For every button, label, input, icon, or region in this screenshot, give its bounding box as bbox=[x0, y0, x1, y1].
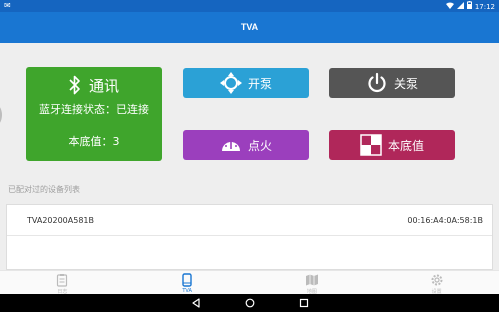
paired-devices-heading: 已配对过的设备列表 bbox=[8, 185, 80, 194]
crosshair-icon bbox=[219, 72, 242, 94]
close-pump-button[interactable]: 关泵 bbox=[329, 68, 455, 98]
gear-icon bbox=[431, 274, 443, 286]
base-value-readout: 本底值：3 bbox=[68, 135, 120, 148]
app-bar: TVA bbox=[0, 12, 499, 43]
back-icon[interactable] bbox=[191, 298, 201, 308]
battery-icon bbox=[466, 1, 472, 12]
home-icon[interactable] bbox=[245, 298, 255, 308]
comm-title: 通讯 bbox=[88, 76, 119, 95]
app-title: TVA bbox=[240, 22, 259, 32]
nav-item-log[interactable]: 日志 bbox=[0, 271, 125, 295]
device-mac: 00:16:A4:0A:58:1B bbox=[407, 215, 483, 225]
close-pump-label: 关泵 bbox=[393, 76, 418, 91]
device-name: TVA20200A581B bbox=[27, 215, 94, 225]
nav-item-settings[interactable]: 设置 bbox=[374, 271, 499, 295]
comm-card[interactable]: 通讯 蓝牙连接状态：已连接 本底值：3 bbox=[26, 67, 162, 161]
base-value-button[interactable]: 本底值 bbox=[329, 130, 455, 160]
open-pump-button[interactable]: 开泵 bbox=[183, 68, 309, 98]
status-bar-right: 17:12 bbox=[445, 1, 495, 12]
power-icon bbox=[368, 72, 386, 93]
signal-icon bbox=[456, 1, 464, 12]
wifi-icon bbox=[445, 1, 454, 12]
ignite-button[interactable]: 点火 bbox=[183, 130, 309, 160]
bottom-nav: 日志 TVA 地图 设置 bbox=[0, 270, 499, 295]
bluetooth-icon bbox=[69, 75, 80, 95]
nav-item-tva[interactable]: TVA bbox=[125, 271, 250, 294]
mail-icon: ✉ bbox=[4, 1, 11, 10]
status-bar: ✉ 17:12 bbox=[0, 0, 499, 12]
edge-ring-decoration bbox=[0, 104, 2, 126]
ignite-label: 点火 bbox=[247, 138, 272, 153]
system-nav-bar bbox=[0, 294, 499, 312]
gauge-icon bbox=[221, 140, 240, 151]
base-value-label: 本底值 bbox=[387, 138, 424, 153]
phone-icon bbox=[182, 273, 192, 287]
comm-card-header: 通讯 bbox=[26, 73, 162, 97]
recents-icon[interactable] bbox=[299, 298, 309, 308]
map-icon bbox=[305, 274, 318, 286]
checker-icon bbox=[360, 134, 382, 156]
open-pump-label: 开泵 bbox=[247, 76, 272, 91]
device-row[interactable]: TVA20200A581B 00:16:A4:0A:58:1B bbox=[7, 205, 492, 236]
paired-device-list: TVA20200A581B 00:16:A4:0A:58:1B bbox=[6, 204, 493, 270]
nav-item-map[interactable]: 地图 bbox=[250, 271, 375, 295]
bluetooth-status: 蓝牙连接状态：已连接 bbox=[39, 103, 149, 116]
clipboard-icon bbox=[57, 274, 68, 287]
clock-time: 17:12 bbox=[474, 2, 495, 11]
